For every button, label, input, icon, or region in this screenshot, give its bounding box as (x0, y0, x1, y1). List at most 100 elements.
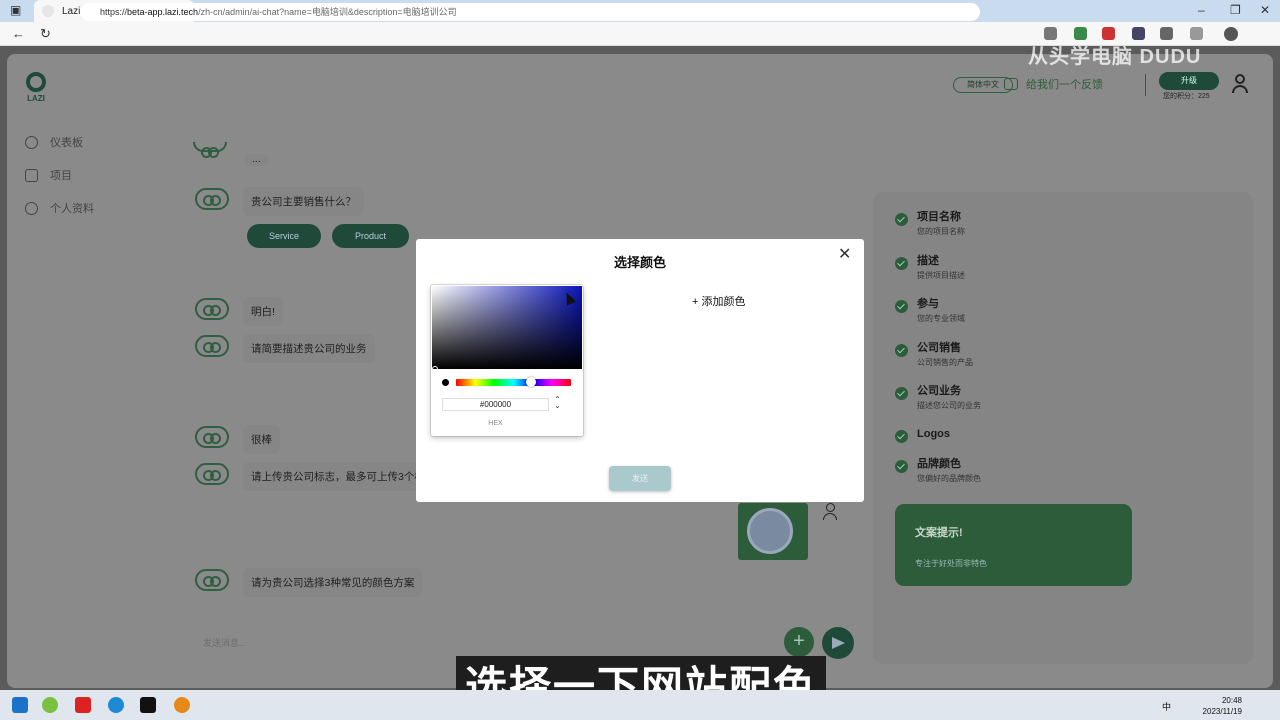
add-color-button[interactable]: + 添加颜色 (692, 293, 745, 309)
step-involvement: 参与 您的专业领域 (895, 295, 965, 324)
step-company-sales: 公司销售 公司销售的产品 (895, 339, 973, 368)
hue-slider[interactable] (456, 379, 571, 386)
lazi-logo[interactable]: LAZI (23, 72, 49, 112)
wps-icon[interactable] (75, 697, 91, 713)
logo-mark-icon (26, 72, 46, 92)
modal-title: 选择颜色 (613, 255, 666, 270)
chat-bubble: 很棒 (243, 425, 280, 454)
extension-icon[interactable] (1074, 27, 1087, 40)
add-attachment-button[interactable]: + (784, 627, 814, 657)
url-host: beta-app.lazi.tech (127, 7, 199, 17)
user-menu-icon[interactable] (1232, 74, 1248, 94)
step-title: 参与 (917, 298, 939, 310)
color-picker-modal: 选择颜色 ✕ #000000 ⌃ ⌄ HEX + 添加颜色 发送 (416, 239, 864, 502)
chat-bubble: 明白! (243, 297, 283, 326)
video-watermark: 从头学电脑 DUDU (1028, 46, 1202, 68)
sidebar-item-dashboard[interactable]: 仪表板 (25, 134, 83, 150)
check-icon (895, 430, 908, 443)
sidebar-item-profile[interactable]: 个人资料 (25, 200, 94, 216)
extension-icon[interactable] (1102, 27, 1115, 40)
url-input[interactable]: https://beta-app.lazi.tech/zh-cn/admin/a… (80, 3, 980, 21)
tray-date: 2023/11/19 (1202, 707, 1242, 716)
bot-avatar-icon (195, 298, 229, 320)
format-toggle-icon[interactable]: ⌃ ⌄ (554, 396, 561, 410)
back-icon[interactable]: ← (12, 26, 25, 41)
uploaded-logo-thumbnail[interactable] (738, 503, 808, 560)
bot-avatar-icon (193, 142, 227, 158)
profile-avatar[interactable] (1224, 27, 1238, 41)
progress-steps-panel: 项目名称 您的项目名称 描述 提供项目描述 参与您的专业领域 公司销售 公司销售的产品… (873, 192, 1253, 664)
tray-clock[interactable]: 20:48 2023/11/19 (1196, 695, 1242, 717)
check-icon (895, 300, 908, 313)
window-close-icon[interactable]: ✕ (1260, 3, 1270, 17)
check-icon (895, 213, 908, 226)
chat-bubble: 贵公司主要销售什么？ (243, 187, 364, 216)
capcut-icon[interactable] (140, 697, 156, 713)
upgrade-button[interactable]: 升级 (1159, 72, 1219, 90)
saturation-cursor[interactable] (432, 366, 438, 372)
feedback-label: 给我们一个反馈 (1026, 79, 1103, 91)
color-picker: #000000 ⌃ ⌄ HEX (431, 285, 583, 436)
project-icon (25, 168, 38, 182)
option-product-button[interactable]: Product (332, 224, 409, 248)
sidebar-item-label: 个人资料 (50, 203, 94, 215)
url-path: /zh-cn/admin/ai-chat?name=电脑培训&descripti… (198, 7, 457, 17)
app-icon[interactable] (42, 697, 58, 713)
step-logos: Logos (895, 425, 950, 443)
color-preview-swatch (442, 379, 449, 386)
extension-icon[interactable] (1132, 27, 1145, 40)
hue-slider-handle[interactable] (526, 377, 536, 387)
sidebar-item-label: 项目 (50, 170, 72, 182)
step-project-name: 项目名称 您的项目名称 (895, 208, 965, 237)
saturation-area[interactable] (432, 286, 582, 372)
feedback-icon (1004, 78, 1018, 90)
sidebar-item-projects[interactable]: 项目 (25, 167, 72, 183)
step-desc: 您偏好的品牌颜色 (917, 474, 981, 483)
step-title: 品牌颜色 (917, 458, 961, 470)
edge-icon[interactable] (108, 697, 124, 713)
check-icon (895, 387, 908, 400)
extension-icon[interactable] (1044, 27, 1057, 40)
tab-actions-icon[interactable]: ▣ (10, 3, 21, 17)
message-input[interactable]: 发送消息... (203, 636, 247, 649)
check-icon (895, 257, 908, 270)
step-desc: 描述您公司的业务 (917, 401, 981, 410)
os-taskbar (0, 690, 1280, 720)
step-title: 项目名称 (917, 211, 961, 223)
feedback-button[interactable]: 给我们一个反馈 (1004, 76, 1103, 92)
submit-button[interactable]: 发送 (609, 466, 671, 491)
chat-bubble: 请为贵公司选择3种常见的颜色方案 (243, 568, 423, 597)
step-description: 描述 提供项目描述 (895, 252, 965, 281)
tips-title: 文案提示! (915, 527, 963, 539)
step-company-business: 公司业务 描述您公司的业务 (895, 382, 981, 411)
credits-text: 您的积分：225 (1163, 93, 1210, 100)
step-brand-colors: 品牌颜色您偏好的品牌颜色 (895, 455, 981, 484)
start-icon[interactable] (12, 697, 28, 713)
school-seal-image (747, 508, 793, 554)
mouse-cursor-icon (561, 290, 577, 306)
chat-bubble: 请上传贵公司标志，最多可上传3个标 (243, 462, 433, 491)
hex-input[interactable]: #000000 (442, 398, 549, 411)
profile-icon (25, 201, 38, 215)
extension-icon[interactable] (1190, 27, 1203, 40)
close-icon[interactable]: ✕ (838, 247, 851, 263)
bot-avatar-icon (195, 426, 229, 448)
extension-icon[interactable] (1160, 27, 1173, 40)
sidebar-item-label: 仪表板 (50, 137, 83, 149)
reload-icon[interactable]: ↻ (40, 26, 51, 42)
check-icon (895, 344, 908, 357)
chat-bubble-partial: ... (244, 154, 269, 166)
step-desc: 您的专业领域 (917, 314, 965, 323)
tab-favicon-icon (42, 5, 54, 17)
search-app-icon[interactable] (174, 697, 190, 713)
send-message-button[interactable] (822, 627, 854, 659)
header-divider (1145, 74, 1146, 96)
bot-avatar-icon (195, 188, 229, 210)
bot-avatar-icon (195, 569, 229, 591)
minimize-icon[interactable]: – (1198, 3, 1205, 17)
maximize-icon[interactable]: ❐ (1230, 3, 1241, 17)
option-service-button[interactable]: Service (247, 224, 321, 248)
tray-time: 20:48 (1221, 696, 1242, 705)
ime-indicator[interactable]: 中 (1162, 700, 1171, 713)
bot-avatar-icon (195, 463, 229, 485)
